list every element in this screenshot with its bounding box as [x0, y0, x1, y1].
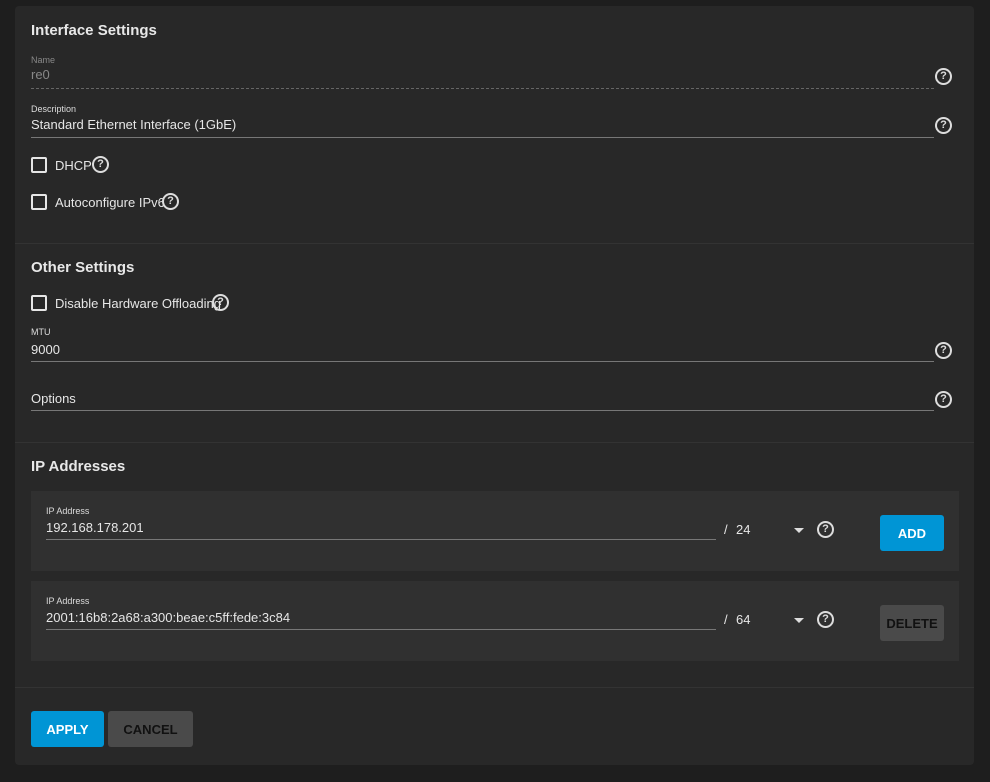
disable-offloading-checkbox[interactable]: [31, 295, 47, 311]
description-underline: [31, 137, 934, 138]
help-icon[interactable]: ?: [162, 193, 179, 210]
cancel-button[interactable]: CANCEL: [108, 711, 193, 747]
name-underline: [31, 88, 934, 89]
help-icon[interactable]: ?: [935, 68, 952, 85]
ip-address-row: IP Address 2001:16b8:2a68:a300:beae:c5ff…: [31, 581, 959, 661]
section-divider: [15, 687, 974, 688]
help-icon[interactable]: ?: [935, 342, 952, 359]
help-icon[interactable]: ?: [817, 611, 834, 628]
dhcp-checkbox[interactable]: [31, 157, 47, 173]
help-icon[interactable]: ?: [935, 391, 952, 408]
help-icon[interactable]: ?: [92, 156, 109, 173]
section-divider: [15, 243, 974, 244]
slash: /: [724, 522, 728, 537]
autoconfigure-ipv6-checkbox[interactable]: [31, 194, 47, 210]
name-field: re0: [31, 67, 50, 82]
name-label: Name: [31, 55, 56, 65]
section-title-interface: Interface Settings: [31, 22, 157, 39]
chevron-down-icon[interactable]: [794, 618, 804, 623]
ip-address-label: IP Address: [46, 596, 90, 606]
ip-underline: [46, 539, 716, 540]
help-icon[interactable]: ?: [935, 117, 952, 134]
section-title-ip: IP Addresses: [31, 458, 126, 475]
autoconfigure-ipv6-label: Autoconfigure IPv6: [55, 195, 165, 210]
slash: /: [724, 612, 728, 627]
dhcp-label: DHCP: [55, 158, 92, 173]
ip-address-row: IP Address 192.168.178.201 / 24 ? ADD: [31, 491, 959, 571]
options-input[interactable]: Options: [31, 391, 931, 411]
mtu-input[interactable]: 9000: [31, 342, 931, 362]
disable-offloading-label: Disable Hardware Offloading: [55, 296, 221, 311]
help-icon[interactable]: ?: [212, 294, 229, 311]
section-divider: [15, 442, 974, 443]
help-icon[interactable]: ?: [817, 521, 834, 538]
mtu-underline: [31, 361, 934, 362]
section-title-other: Other Settings: [31, 259, 135, 276]
add-button[interactable]: ADD: [880, 515, 944, 551]
apply-button[interactable]: APPLY: [31, 711, 104, 747]
description-input[interactable]: Standard Ethernet Interface (1GbE): [31, 117, 931, 137]
ip-address-input[interactable]: 2001:16b8:2a68:a300:beae:c5ff:fede:3c84: [46, 610, 716, 628]
chevron-down-icon[interactable]: [794, 528, 804, 533]
delete-button[interactable]: DELETE: [880, 605, 944, 641]
mtu-label: MTU: [31, 327, 51, 337]
interface-form-card: Interface Settings Name re0 ? Descriptio…: [15, 6, 974, 765]
ip-address-label: IP Address: [46, 506, 90, 516]
ip-underline: [46, 629, 716, 630]
ip-address-input[interactable]: 192.168.178.201: [46, 520, 716, 538]
description-label: Description: [31, 104, 77, 114]
options-underline: [31, 410, 934, 411]
